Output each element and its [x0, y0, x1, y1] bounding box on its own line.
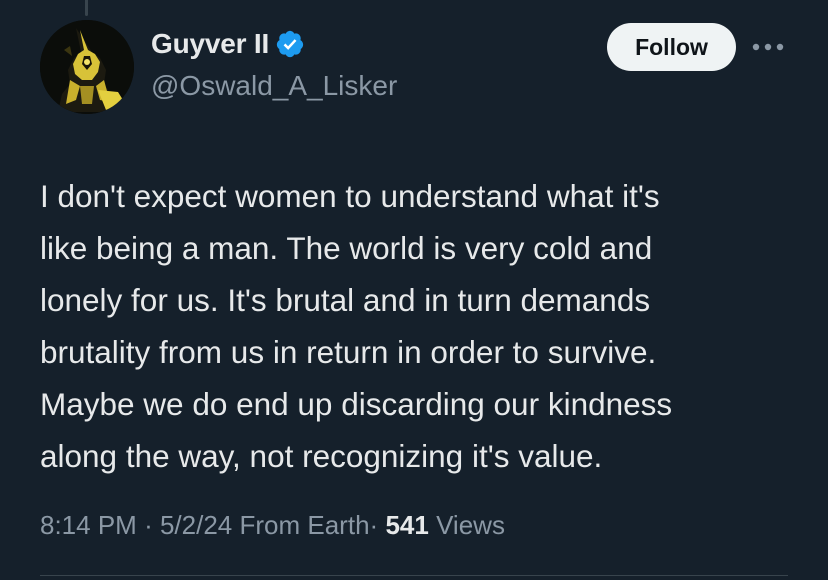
guyver-armor-avatar-icon [40, 20, 134, 114]
tweet-text-line: brutality from us in return in order to … [40, 334, 657, 370]
tweet-text-line: like being a man. The world is very cold… [40, 230, 653, 266]
thread-connector-line [85, 0, 88, 16]
tweet-text-line: lonely for us. It's brutal and in turn d… [40, 282, 651, 318]
avatar[interactable] [40, 20, 134, 114]
meta-separator: · [369, 510, 379, 540]
meta-separator: · [144, 510, 153, 540]
tweet-text-line: along the way, not recognizing it's valu… [40, 438, 603, 474]
tweet-time[interactable]: 8:14 PM [40, 510, 137, 540]
tweet-meta: 8:14 PM · 5/2/24 From Earth· 541 Views [40, 510, 505, 541]
tweet-date[interactable]: 5/2/24 [160, 510, 232, 540]
more-options-icon[interactable] [749, 32, 787, 62]
tweet-text-line: I don't expect women to understand what … [40, 178, 660, 214]
divider [40, 575, 788, 576]
display-name[interactable]: Guyver II [151, 28, 269, 60]
tweet-text: I don't expect women to understand what … [40, 170, 800, 482]
verified-badge-icon[interactable] [275, 29, 305, 59]
author-handle[interactable]: @Oswald_A_Lisker [151, 70, 397, 102]
follow-button[interactable]: Follow [607, 23, 736, 71]
views-label: Views [436, 510, 505, 540]
author-name-row[interactable]: Guyver II [151, 28, 305, 60]
views-count: 541 [385, 510, 429, 540]
tweet-text-line: Maybe we do end up discarding our kindne… [40, 386, 673, 422]
tweet-location: From Earth [239, 510, 370, 540]
